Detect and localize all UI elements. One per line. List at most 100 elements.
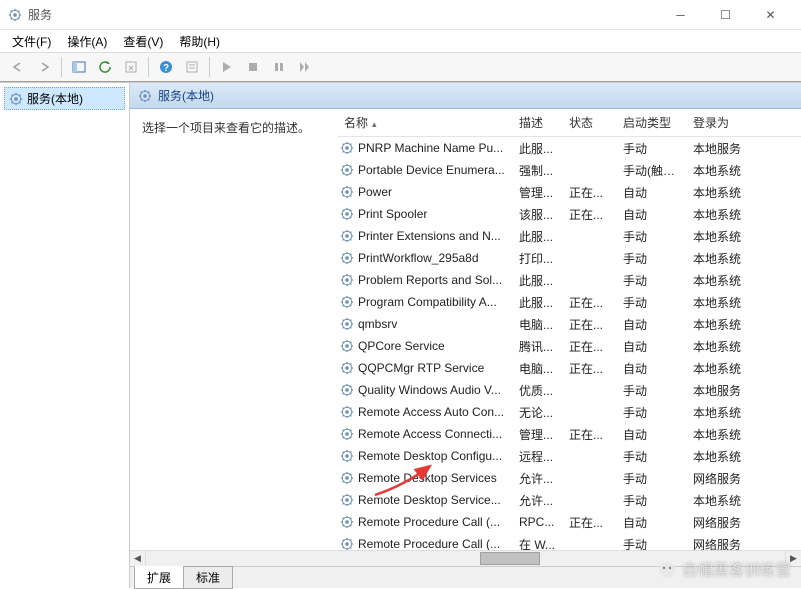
show-hide-tree-button[interactable] <box>67 55 91 79</box>
service-name-text: PNRP Machine Name Pu... <box>358 141 503 155</box>
service-desc-cell: 远程... <box>513 448 563 465</box>
service-start-cell: 手动 <box>617 294 687 311</box>
export-list-button[interactable] <box>119 55 143 79</box>
service-row[interactable]: PrintWorkflow_295a8d打印...手动本地系统 <box>338 247 801 269</box>
nav-forward-button[interactable] <box>32 55 56 79</box>
service-row[interactable]: Remote Access Connecti...管理...正在...自动本地系… <box>338 423 801 445</box>
service-name-text: PrintWorkflow_295a8d <box>358 251 479 265</box>
service-start-cell: 自动 <box>617 184 687 201</box>
service-row[interactable]: Remote Desktop Services允许...手动网络服务 <box>338 467 801 489</box>
service-status-cell: 正在... <box>563 294 617 311</box>
service-name-text: Quality Windows Audio V... <box>358 383 501 397</box>
service-status-cell: 正在... <box>563 360 617 377</box>
column-status[interactable]: 状态 <box>563 109 617 136</box>
workspace: 服务(本地) 服务(本地) 选择一个项目来查看它的描述。 名称▴ 描述 状态 启… <box>0 82 801 588</box>
column-logon[interactable]: 登录为 <box>687 109 759 136</box>
service-name-text: Remote Procedure Call (... <box>358 515 500 529</box>
service-row[interactable]: Remote Access Auto Con...无论...手动本地系统 <box>338 401 801 423</box>
menu-action[interactable]: 操作(A) <box>61 31 113 52</box>
column-desc[interactable]: 描述 <box>513 109 563 136</box>
service-name-cell: Remote Desktop Configu... <box>338 449 513 463</box>
tree-pane: 服务(本地) <box>0 83 130 588</box>
service-row[interactable]: Remote Desktop Configu...远程...手动本地系统 <box>338 445 801 467</box>
service-name-text: Remote Access Connecti... <box>358 427 502 441</box>
service-name-text: Remote Access Auto Con... <box>358 405 504 419</box>
service-start-cell: 自动 <box>617 316 687 333</box>
maximize-button[interactable]: ☐ <box>703 1 748 29</box>
column-start[interactable]: 启动类型 <box>617 109 687 136</box>
help-button[interactable]: ? <box>154 55 178 79</box>
scroll-thumb[interactable] <box>480 552 540 565</box>
service-name-cell: QQPCMgr RTP Service <box>338 361 513 375</box>
service-row[interactable]: Problem Reports and Sol...此服...手动本地系统 <box>338 269 801 291</box>
services-list[interactable]: 名称▴ 描述 状态 启动类型 登录为 PNRP Machine Name Pu.… <box>338 109 801 550</box>
gear-icon <box>340 141 354 155</box>
gear-icon <box>340 295 354 309</box>
service-start-cell: 手动 <box>617 492 687 509</box>
stop-service-button[interactable] <box>241 55 265 79</box>
service-desc-cell: 此服... <box>513 228 563 245</box>
service-name-cell: Remote Access Auto Con... <box>338 405 513 419</box>
service-row[interactable]: Print Spooler该服...正在...自动本地系统 <box>338 203 801 225</box>
service-name-cell: Problem Reports and Sol... <box>338 273 513 287</box>
gear-icon <box>138 89 152 103</box>
service-logon-cell: 本地系统 <box>687 492 759 509</box>
service-row[interactable]: Power管理...正在...自动本地系统 <box>338 181 801 203</box>
tab-extended[interactable]: 扩展 <box>134 566 184 589</box>
menu-view[interactable]: 查看(V) <box>117 31 169 52</box>
service-name-text: Remote Desktop Configu... <box>358 449 502 463</box>
service-row[interactable]: PNRP Machine Name Pu...此服...手动本地服务 <box>338 137 801 159</box>
service-name-cell: Portable Device Enumera... <box>338 163 513 177</box>
properties-button[interactable] <box>180 55 204 79</box>
tree-node-services-local[interactable]: 服务(本地) <box>4 87 125 110</box>
service-status-cell: 正在... <box>563 514 617 531</box>
refresh-button[interactable] <box>93 55 117 79</box>
service-start-cell: 自动 <box>617 338 687 355</box>
gear-icon <box>9 92 23 106</box>
service-logon-cell: 网络服务 <box>687 536 759 551</box>
service-start-cell: 自动 <box>617 360 687 377</box>
service-logon-cell: 本地系统 <box>687 250 759 267</box>
pause-service-button[interactable] <box>267 55 291 79</box>
service-desc-cell: 腾讯... <box>513 338 563 355</box>
service-row[interactable]: QPCore Service腾讯...正在...自动本地系统 <box>338 335 801 357</box>
scroll-left-button[interactable]: ◀ <box>130 551 146 566</box>
tab-standard[interactable]: 标准 <box>183 566 233 589</box>
gear-icon <box>340 449 354 463</box>
service-row[interactable]: Program Compatibility A...此服...正在...手动本地… <box>338 291 801 313</box>
service-row[interactable]: Remote Procedure Call (...RPC...正在...自动网… <box>338 511 801 533</box>
service-status-cell: 正在... <box>563 316 617 333</box>
service-name-text: Problem Reports and Sol... <box>358 273 502 287</box>
service-row[interactable]: Remote Procedure Call (...在 W...手动网络服务 <box>338 533 801 550</box>
service-row[interactable]: Portable Device Enumera...强制...手动(触发...本… <box>338 159 801 181</box>
service-logon-cell: 本地系统 <box>687 294 759 311</box>
service-row[interactable]: Printer Extensions and N...此服...手动本地系统 <box>338 225 801 247</box>
gear-icon <box>340 405 354 419</box>
menu-help[interactable]: 帮助(H) <box>173 31 226 52</box>
minimize-button[interactable]: ─ <box>658 1 703 29</box>
service-name-cell: PNRP Machine Name Pu... <box>338 141 513 155</box>
nav-back-button[interactable] <box>6 55 30 79</box>
sort-indicator-icon: ▴ <box>372 119 377 130</box>
column-name[interactable]: 名称▴ <box>338 109 513 136</box>
service-logon-cell: 本地系统 <box>687 206 759 223</box>
gear-icon <box>340 515 354 529</box>
service-logon-cell: 本地系统 <box>687 316 759 333</box>
service-start-cell: 手动 <box>617 250 687 267</box>
start-service-button[interactable] <box>215 55 239 79</box>
service-desc-cell: 此服... <box>513 294 563 311</box>
gear-icon <box>340 317 354 331</box>
watermark: 白帽黑客训练营 <box>658 559 791 580</box>
pane-header-title: 服务(本地) <box>158 87 214 104</box>
service-row[interactable]: QQPCMgr RTP Service电脑...正在...自动本地系统 <box>338 357 801 379</box>
window-title: 服务 <box>28 6 658 23</box>
service-name-cell: Print Spooler <box>338 207 513 221</box>
service-row[interactable]: Quality Windows Audio V...优质...手动本地服务 <box>338 379 801 401</box>
menu-file[interactable]: 文件(F) <box>6 31 57 52</box>
close-button[interactable]: ✕ <box>748 1 793 29</box>
service-row[interactable]: Remote Desktop Service...允许...手动本地系统 <box>338 489 801 511</box>
service-row[interactable]: qmbsrv电脑...正在...自动本地系统 <box>338 313 801 335</box>
service-logon-cell: 本地系统 <box>687 272 759 289</box>
gear-icon <box>340 207 354 221</box>
restart-service-button[interactable] <box>293 55 317 79</box>
